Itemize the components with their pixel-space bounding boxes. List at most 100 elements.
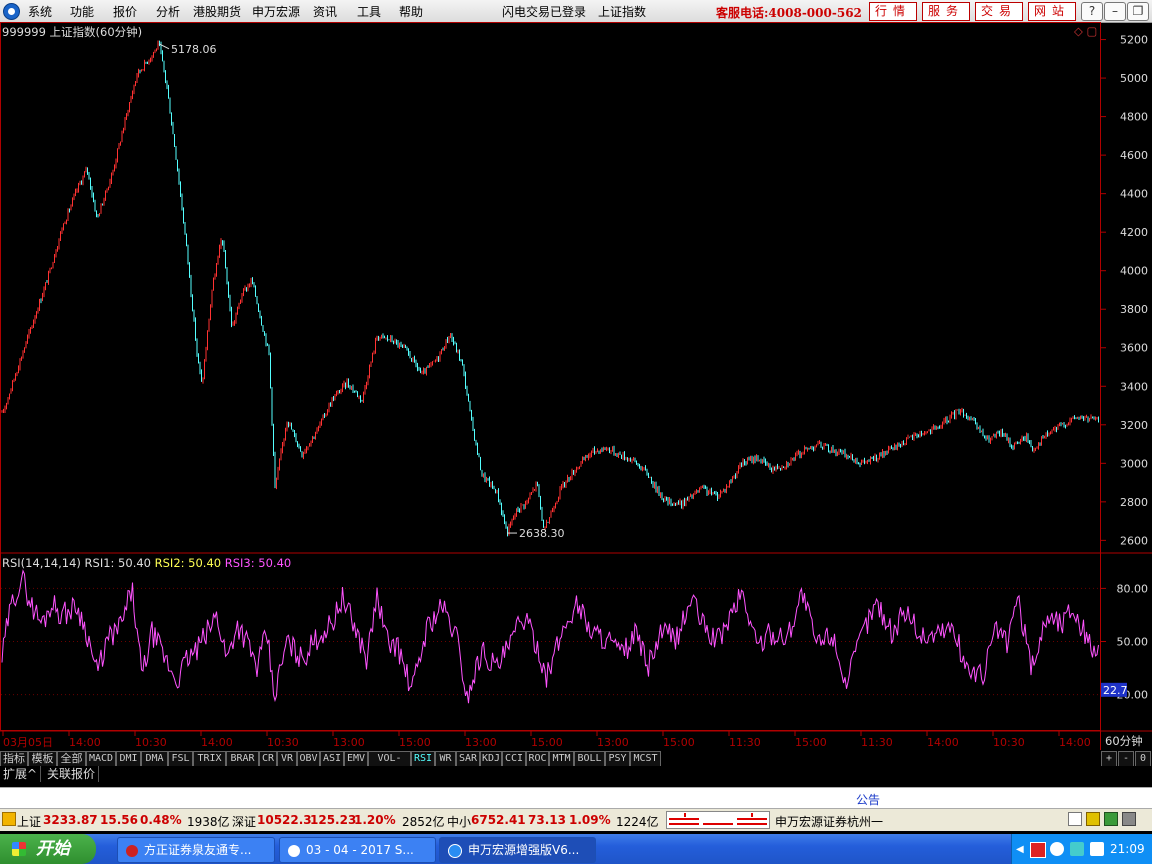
hotline: 客服电话:4008-000-562 (716, 6, 862, 20)
indicator-button-rsi[interactable]: RSI (411, 751, 435, 767)
system-tray: ◀ 21:09 (1011, 834, 1152, 864)
indicator-button-[interactable]: 指标 (0, 751, 28, 767)
indicator-button-boll[interactable]: BOLL (574, 751, 605, 767)
menu-tools[interactable]: 工具 (357, 3, 381, 20)
indicator-button-brar[interactable]: BRAR (226, 751, 259, 767)
rsi-readout: RSI(14,14,14) RSI1: 50.40 RSI2: 50.40 RS… (2, 556, 291, 570)
menu-hk-futures[interactable]: 港股期货 (193, 3, 241, 20)
tray-expand-icon[interactable]: ◀ (1016, 844, 1024, 855)
indicator-button-emv[interactable]: EMV (344, 751, 368, 767)
fangzheng-app-icon (126, 844, 138, 857)
indicator-button-sar[interactable]: SAR (456, 751, 480, 767)
status-bar: 上证 3233.87 15.56 0.48% 1938亿 深证 10522.3 … (0, 808, 1152, 831)
volume-icon[interactable] (1050, 842, 1064, 856)
lock-icon[interactable] (1086, 812, 1100, 826)
indicator-button-mcst[interactable]: MCST (630, 751, 661, 767)
start-button[interactable]: 开始 (0, 834, 96, 864)
price-tick-label: 4400 (1120, 188, 1148, 201)
sz-change: 125.23 (310, 813, 357, 827)
price-tick-label: 3200 (1120, 419, 1148, 432)
zx-change: 73.13 (528, 813, 566, 827)
task-fangzheng[interactable]: 方正证券泉友通专... (117, 837, 275, 863)
zoom-reset-button[interactable]: 0 (1135, 751, 1151, 767)
menu-analysis[interactable]: 分析 (156, 3, 180, 20)
indicator-button-[interactable]: 模板 (28, 751, 57, 767)
menu-news[interactable]: 资讯 (313, 3, 337, 20)
windows-logo-icon (12, 842, 26, 856)
zoom-in-button[interactable]: + (1101, 751, 1117, 767)
indicator-button-fsl[interactable]: FSL (168, 751, 193, 767)
tab-expand[interactable]: 扩展^ (0, 766, 42, 782)
menu-quote[interactable]: 报价 (113, 3, 137, 20)
indicator-button-kdj[interactable]: KDJ (480, 751, 502, 767)
top-button-service[interactable]: 服务 (922, 2, 970, 21)
zx-value: 6752.41 (471, 813, 526, 827)
task-swhy[interactable]: 申万宏源增强版V6... (439, 837, 596, 863)
indicator-button-roc[interactable]: ROC (526, 751, 549, 767)
menu-function[interactable]: 功能 (70, 3, 94, 20)
restore-icon[interactable]: ❐ (1127, 2, 1149, 21)
bottom-tabs: 扩展^ 关联报价 (0, 766, 1152, 783)
indicator-button-obv[interactable]: OBV (297, 751, 320, 767)
indicator-button-macd[interactable]: MACD (86, 751, 116, 767)
chart-expand-icon[interactable]: ◇ ▢ (1074, 24, 1097, 38)
top-button-trade[interactable]: 交易 (975, 2, 1023, 21)
period-label[interactable]: 60分钟 (1105, 733, 1143, 749)
x-tick-label: 15:00 (795, 736, 827, 749)
clock[interactable]: 21:09 (1110, 842, 1145, 856)
monitor-icon[interactable] (1068, 812, 1082, 826)
alert-icon[interactable] (2, 812, 16, 826)
network-tray-icon[interactable] (1070, 842, 1084, 856)
sh-percent: 0.48% (140, 813, 182, 827)
app-logo-icon[interactable] (3, 3, 20, 20)
indicator-button-cr[interactable]: CR (259, 751, 277, 767)
help-icon[interactable]: ? (1081, 2, 1103, 21)
index-name: 上证指数 (598, 5, 647, 19)
x-tick-label: 10:30 (135, 736, 167, 749)
x-tick-label: 03月05日 (3, 736, 53, 749)
indicator-button-dmi[interactable]: DMI (116, 751, 141, 767)
x-tick-label: 15:00 (663, 736, 695, 749)
top-button-website[interactable]: 网站 (1028, 2, 1076, 21)
menu-swhy[interactable]: 申万宏源 (252, 3, 300, 20)
indicator-button-trix[interactable]: TRIX (193, 751, 226, 767)
min-price-label: 2638.30 (519, 527, 565, 540)
tab-related-quotes[interactable]: 关联报价 (44, 766, 100, 782)
indicator-button-asi[interactable]: ASI (320, 751, 344, 767)
max-price-label: 5178.06 (171, 43, 217, 56)
indicator-button-psy[interactable]: PSY (605, 751, 630, 767)
indicator-button-vr[interactable]: VR (277, 751, 297, 767)
price-tick-label: 4200 (1120, 226, 1148, 239)
chart-title: 999999 上证指数(60分钟) (2, 25, 143, 39)
indicator-button-wr[interactable]: WR (435, 751, 456, 767)
x-tick-label: 13:00 (465, 736, 497, 749)
rsi3-value: RSI3: 50.40 (224, 556, 292, 570)
indicator-button-[interactable]: 全部 (57, 751, 86, 767)
x-tick-label: 15:00 (399, 736, 431, 749)
indicator-button-mtm[interactable]: MTM (549, 751, 574, 767)
menu-system[interactable]: 系统 (28, 3, 52, 20)
x-tick-label: 14:00 (927, 736, 959, 749)
taskbar: 开始 方正证券泉友通专... 03 - 04 - 2017 S... 申万宏源增… (0, 834, 1152, 864)
notice-label[interactable]: 公告 (856, 791, 880, 808)
zoom-out-button[interactable]: - (1118, 751, 1134, 767)
indicator-button-cci[interactable]: CCI (502, 751, 526, 767)
network-icon[interactable] (1104, 812, 1118, 826)
price-tick-label: 3400 (1120, 380, 1148, 393)
price-tick-label: 3000 (1120, 457, 1148, 470)
top-button-quote[interactable]: 行情 (869, 2, 917, 21)
ime-icon[interactable] (1090, 842, 1104, 856)
task-chart-window[interactable]: 03 - 04 - 2017 S... (279, 837, 436, 863)
indicator-button-voltdx[interactable]: VOL-TDX (368, 751, 411, 778)
x-tick-label: 14:00 (201, 736, 233, 749)
antivirus-icon[interactable] (1030, 842, 1046, 858)
settings-icon[interactable] (1122, 812, 1136, 826)
rsi-tick-label: 50.00 (1117, 636, 1149, 649)
minimize-icon[interactable]: – (1104, 2, 1126, 21)
sz-percent: 1.20% (354, 813, 396, 827)
menu-help[interactable]: 帮助 (399, 3, 423, 20)
chart-area[interactable]: 5200 5000 4800 4600 4400 4200 4000 3800 3600 3400… (0, 22, 1152, 750)
sh-value: 3233.87 (43, 813, 98, 827)
indicator-button-dma[interactable]: DMA (141, 751, 168, 767)
browser-app-icon (288, 844, 300, 857)
